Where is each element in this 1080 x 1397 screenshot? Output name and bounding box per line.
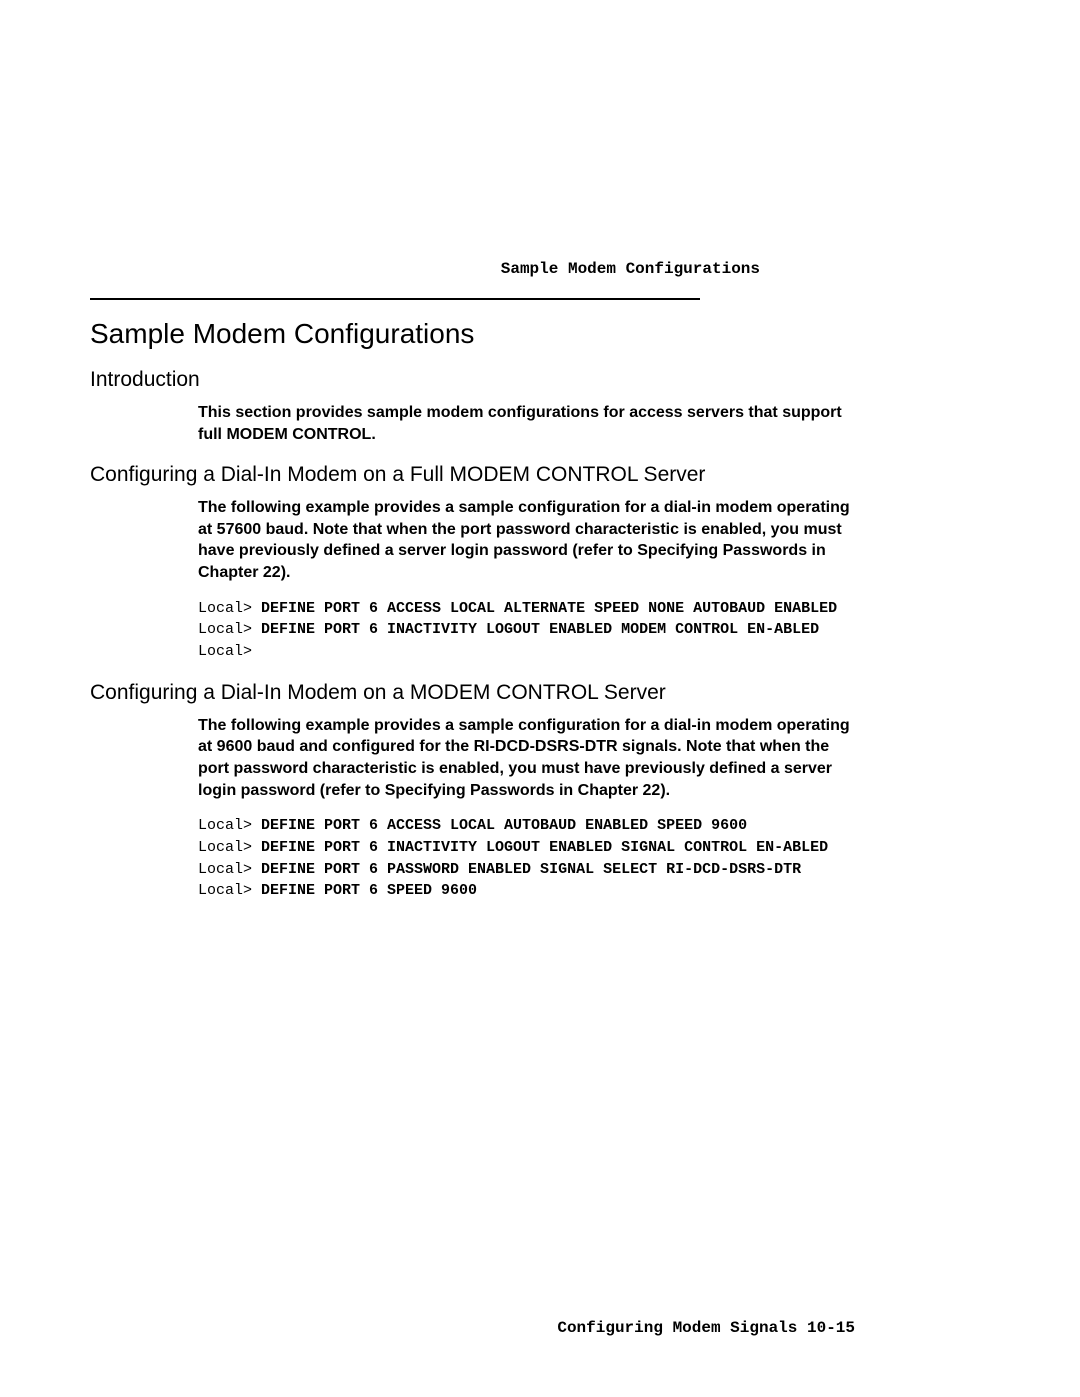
code-prompt: Local> [198,621,261,638]
code-prompt: Local> [198,839,261,856]
code-command: DEFINE PORT 6 INACTIVITY LOGOUT ENABLED … [261,839,828,856]
section-heading-introduction: Introduction [90,368,980,392]
code-command: DEFINE PORT 6 ACCESS LOCAL AUTOBAUD ENAB… [261,817,747,834]
intro-body: This section provides sample modem confi… [198,402,860,445]
modem-control-body: The following example provides a sample … [198,715,860,902]
code-command: DEFINE PORT 6 ACCESS LOCAL ALTERNATE SPE… [261,600,837,617]
intro-paragraph: This section provides sample modem confi… [198,402,860,445]
code-prompt: Local> [198,600,261,617]
code-command: DEFINE PORT 6 SPEED 9600 [261,882,477,899]
modem-control-code: Local> DEFINE PORT 6 ACCESS LOCAL AUTOBA… [198,815,860,902]
full-modem-paragraph: The following example provides a sample … [198,497,860,583]
section-heading-modem-control: Configuring a Dial-In Modem on a MODEM C… [90,681,980,705]
section-heading-full-modem: Configuring a Dial-In Modem on a Full MO… [90,463,980,487]
code-command: DEFINE PORT 6 INACTIVITY LOGOUT ENABLED … [261,621,819,638]
code-prompt: Local> [198,643,252,660]
full-modem-code: Local> DEFINE PORT 6 ACCESS LOCAL ALTERN… [198,598,860,663]
code-prompt: Local> [198,882,261,899]
code-command: DEFINE PORT 6 PASSWORD ENABLED SIGNAL SE… [261,861,801,878]
running-header: Sample Modem Configurations [90,260,760,278]
modem-control-paragraph: The following example provides a sample … [198,715,860,801]
page-title: Sample Modem Configurations [90,318,980,350]
code-prompt: Local> [198,817,261,834]
page: Sample Modem Configurations Sample Modem… [0,0,1080,1397]
horizontal-rule [90,298,700,300]
full-modem-body: The following example provides a sample … [198,497,860,663]
code-prompt: Local> [198,861,261,878]
page-footer: Configuring Modem Signals 10-15 [557,1319,855,1337]
